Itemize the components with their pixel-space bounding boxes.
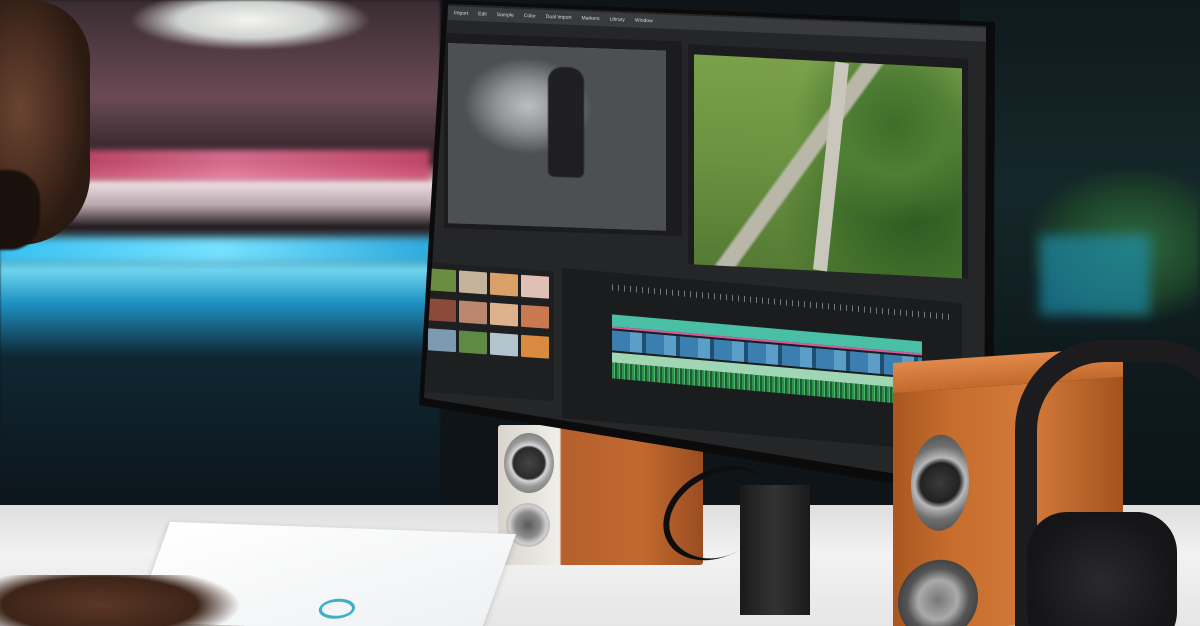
timeline-ruler[interactable] <box>612 284 952 321</box>
menu-item-import[interactable]: Import <box>454 10 468 17</box>
person-hand <box>0 575 260 626</box>
media-thumbnail[interactable] <box>490 302 518 327</box>
media-thumbnails <box>428 268 549 359</box>
printed-donut-chart <box>315 598 359 620</box>
media-thumbnail[interactable] <box>490 272 518 297</box>
media-bin[interactable] <box>424 262 554 402</box>
aerial-road <box>813 61 849 272</box>
dancers-silhouette <box>548 66 584 178</box>
menu-item-edit[interactable]: Edit <box>478 11 487 17</box>
media-thumbnail[interactable] <box>459 300 487 325</box>
menu-item-library[interactable]: Library <box>610 16 625 23</box>
neon-cyan-light <box>0 238 440 262</box>
media-thumbnail[interactable] <box>459 270 487 295</box>
menu-item-window[interactable]: Window <box>635 18 653 25</box>
media-thumbnail[interactable] <box>428 328 456 353</box>
media-thumbnail[interactable] <box>521 274 549 299</box>
neon-pink-light <box>30 150 430 180</box>
photo-scene: Import Edit Sample Color Dual Import Mar… <box>0 0 1200 626</box>
source-frame-dancers <box>448 43 666 231</box>
headphone-cup <box>1027 512 1177 626</box>
speaker-woofer-icon <box>898 557 978 626</box>
cyan-object <box>1040 235 1150 315</box>
source-monitor[interactable] <box>444 33 682 237</box>
speaker-tweeter-icon <box>504 433 554 493</box>
menu-item-markers[interactable]: Markers <box>582 15 600 22</box>
person-beard <box>0 170 40 250</box>
headphones <box>1015 340 1200 626</box>
media-thumbnail[interactable] <box>428 268 456 293</box>
media-thumbnail[interactable] <box>521 304 549 329</box>
media-thumbnail[interactable] <box>490 332 518 357</box>
program-monitor[interactable] <box>688 44 968 279</box>
media-thumbnail[interactable] <box>521 334 549 359</box>
menu-item-sample[interactable]: Sample <box>497 12 514 19</box>
media-thumbnail[interactable] <box>428 298 456 323</box>
menu-item-color[interactable]: Color <box>524 13 536 19</box>
speaker-tweeter-icon <box>911 432 969 533</box>
media-thumbnail[interactable] <box>459 330 487 355</box>
menu-item-dual-import[interactable]: Dual Import <box>546 14 572 21</box>
program-frame-aerial <box>694 54 962 279</box>
